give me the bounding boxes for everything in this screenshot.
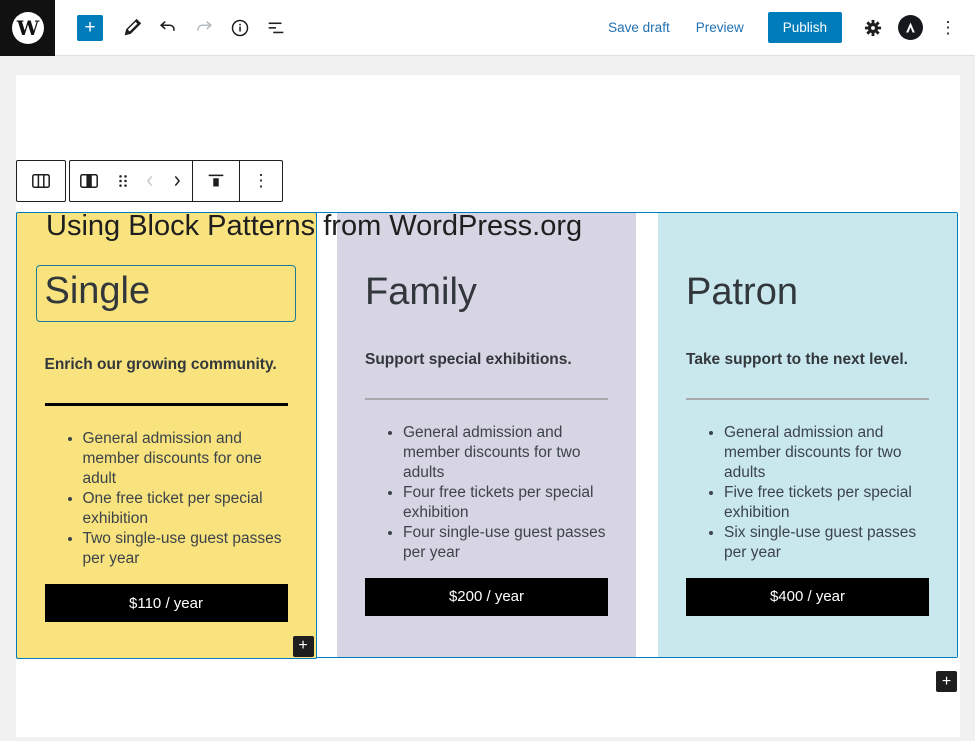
columns-block[interactable]: Single Enrich our growing community. Gen… bbox=[16, 212, 958, 658]
plus-icon: + bbox=[84, 18, 95, 37]
vertical-align-button[interactable] bbox=[193, 161, 239, 201]
feature-item[interactable]: Five free tickets per special exhibition bbox=[724, 483, 929, 523]
kebab-icon: ⋮ bbox=[253, 171, 270, 191]
feature-list[interactable]: General admission and member discounts f… bbox=[686, 423, 929, 563]
topbar-actions: Save draft Preview Publish ⋮ bbox=[600, 11, 975, 45]
column-icon bbox=[77, 169, 101, 193]
move-right-button[interactable] bbox=[162, 161, 192, 201]
document-appender-button[interactable]: + bbox=[936, 671, 957, 692]
move-left-button bbox=[138, 161, 162, 201]
block-controls-box: ⋮ bbox=[69, 160, 283, 202]
feature-item[interactable]: Six single-use guest passes per year bbox=[724, 523, 929, 563]
plan-heading[interactable]: Single bbox=[36, 265, 296, 323]
plus-icon: + bbox=[942, 674, 951, 690]
feature-item[interactable]: Two single-use guest passes per year bbox=[83, 529, 288, 569]
drag-handle-icon bbox=[113, 171, 133, 191]
align-top-icon bbox=[205, 170, 227, 192]
gear-icon bbox=[862, 17, 884, 39]
list-view-button[interactable] bbox=[261, 11, 291, 45]
drag-handle[interactable] bbox=[108, 161, 138, 201]
options-menu-button[interactable]: ⋮ bbox=[933, 11, 963, 45]
info-icon bbox=[229, 17, 251, 39]
plugin-a-icon bbox=[903, 20, 918, 35]
kebab-icon: ⋮ bbox=[940, 18, 957, 38]
plan-separator bbox=[686, 398, 929, 400]
document-surface[interactable]: Using Block Patterns from WordPress.org bbox=[16, 75, 960, 737]
publish-button[interactable]: Publish bbox=[768, 12, 842, 43]
feature-item[interactable]: Four free tickets per special exhibition bbox=[403, 483, 608, 523]
svg-text:W: W bbox=[15, 16, 39, 40]
redo-icon bbox=[193, 17, 215, 39]
settings-button[interactable] bbox=[858, 11, 888, 45]
preview-button[interactable]: Preview bbox=[688, 14, 752, 41]
plan-heading[interactable]: Family bbox=[365, 269, 608, 317]
undo-icon bbox=[157, 17, 179, 39]
details-button[interactable] bbox=[225, 11, 255, 45]
feature-item[interactable]: One free ticket per special exhibition bbox=[83, 489, 288, 529]
plan-heading[interactable]: Patron bbox=[686, 269, 929, 317]
feature-list[interactable]: General admission and member discounts f… bbox=[45, 429, 288, 569]
editor-tools: + bbox=[77, 11, 291, 45]
save-draft-button[interactable]: Save draft bbox=[600, 14, 678, 41]
block-appender-button[interactable]: + bbox=[293, 636, 314, 657]
editor-topbar: W + bbox=[0, 0, 975, 56]
plan-tagline[interactable]: Enrich our growing community. bbox=[45, 356, 288, 374]
plan-tagline[interactable]: Support special exhibitions. bbox=[365, 351, 608, 369]
feature-list[interactable]: General admission and member discounts f… bbox=[365, 423, 608, 563]
tools-button[interactable] bbox=[117, 11, 147, 45]
block-toolbar: ⋮ bbox=[16, 160, 283, 202]
plan-separator bbox=[365, 398, 608, 400]
feature-item[interactable]: General admission and member discounts f… bbox=[403, 423, 608, 483]
pricing-column-patron[interactable]: Patron Take support to the next level. G… bbox=[658, 213, 957, 657]
pricing-column-family[interactable]: Family Support special exhibitions. Gene… bbox=[337, 213, 636, 657]
wordpress-w-icon: W bbox=[9, 9, 47, 47]
chevron-right-icon bbox=[167, 171, 187, 191]
block-inserter-button[interactable]: + bbox=[77, 15, 103, 41]
plugin-button[interactable] bbox=[898, 15, 923, 40]
list-view-icon bbox=[265, 17, 287, 39]
feature-item[interactable]: General admission and member discounts f… bbox=[83, 429, 288, 489]
post-title[interactable]: Using Block Patterns from WordPress.org bbox=[46, 208, 582, 246]
feature-item[interactable]: General admission and member discounts f… bbox=[724, 423, 929, 483]
price-button[interactable]: $400 / year bbox=[686, 578, 929, 616]
plan-separator bbox=[45, 403, 288, 406]
pencil-icon bbox=[121, 17, 143, 39]
column-block-type-button[interactable] bbox=[70, 161, 108, 201]
editor-canvas: Using Block Patterns from WordPress.org bbox=[0, 56, 975, 741]
redo-button bbox=[189, 11, 219, 45]
wordpress-logo[interactable]: W bbox=[0, 0, 55, 56]
feature-item[interactable]: Four single-use guest passes per year bbox=[403, 523, 608, 563]
block-options-button[interactable]: ⋮ bbox=[240, 161, 282, 201]
plus-icon: + bbox=[298, 638, 307, 654]
columns-icon bbox=[29, 169, 53, 193]
pricing-column-single[interactable]: Single Enrich our growing community. Gen… bbox=[16, 212, 317, 659]
price-button[interactable]: $200 / year bbox=[365, 578, 608, 616]
select-parent-columns-button[interactable] bbox=[17, 161, 65, 201]
undo-button[interactable] bbox=[153, 11, 183, 45]
plan-tagline[interactable]: Take support to the next level. bbox=[686, 351, 929, 369]
price-button[interactable]: $110 / year bbox=[45, 584, 288, 622]
parent-selector-box bbox=[16, 160, 66, 202]
chevron-left-icon bbox=[140, 171, 160, 191]
